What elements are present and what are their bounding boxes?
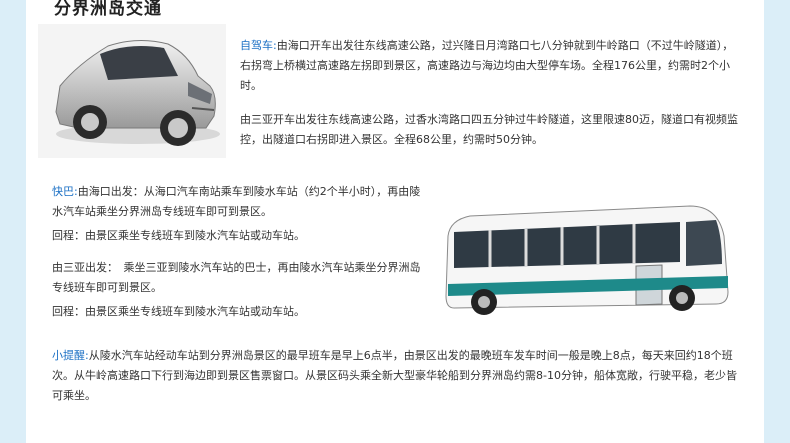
bus-sanya-paragraph: 由三亚出发： 乘坐三亚到陵水汽车站的巴士，再由陵水汽车站乘坐分界洲岛专线班车即可… [52,261,421,294]
tip-label: 小提醒: [52,349,89,362]
drive-paragraph-2: 由三亚开车出发往东线高速公路，过香水湾路口四五分钟过牛岭隧道，这里限速80迈，隧… [240,113,738,146]
bus-haikou-return: 回程：由景区乘坐专线班车到陵水汽车站或动车站。 [52,229,305,242]
bus-image [440,196,740,326]
bus-label: 快巴: [52,185,78,198]
bus-haikou-text: 由海口出发：从海口汽车南站乘车到陵水车站（约2个半小时），再由陵水汽车站乘坐分界… [52,185,421,218]
tip-paragraph: 小提醒:从陵水汽车站经动车站到分界洲岛景区的最早班车是早上6点半，由景区出发的最… [52,346,742,406]
tip-text: 从陵水汽车站经动车站到分界洲岛景区的最早班车是早上6点半，由景区出发的最晚班车发… [52,349,737,402]
car-icon [55,40,220,146]
section-title: 分界洲岛交通 [54,0,162,19]
bus-sanya-return: 回程：由景区乘坐专线班车到陵水汽车站或动车站。 [52,305,305,318]
bus-icon [445,205,729,315]
drive-label: 自驾车: [240,39,277,52]
drive-text-1: 由海口开车出发往东线高速公路，过兴隆日月湾路口七八分钟就到牛岭路口（不过牛岭隧道… [240,39,734,92]
car-image [38,24,226,158]
bus-haikou-paragraph: 快巴:由海口出发：从海口汽车南站乘车到陵水车站（约2个半小时），再由陵水汽车站乘… [52,182,422,222]
drive-paragraph-1: 自驾车:由海口开车出发往东线高速公路，过兴隆日月湾路口七八分钟就到牛岭路口（不过… [240,36,740,96]
